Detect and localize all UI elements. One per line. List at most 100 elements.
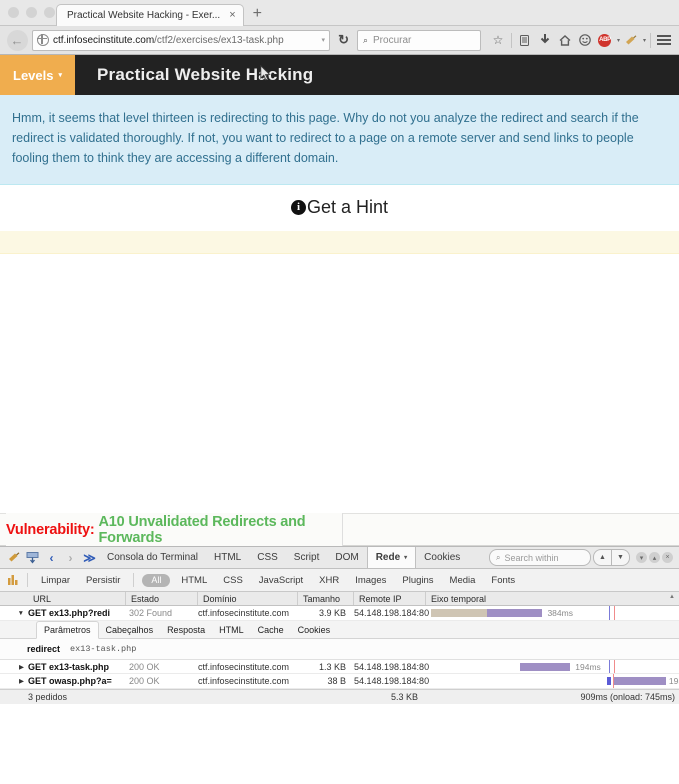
menu-icon[interactable] bbox=[655, 30, 673, 50]
row-remote-ip: 54.148.198.184:80 bbox=[354, 608, 430, 618]
filter-xhr[interactable]: XHR bbox=[311, 575, 347, 586]
devtools-tab-dom[interactable]: DOM bbox=[327, 547, 366, 568]
filter-fonts[interactable]: Fonts bbox=[483, 575, 523, 586]
site-navbar: Levels ▾ Practical Website Hacking bbox=[0, 55, 679, 95]
devtools-tab-rede-label: Rede bbox=[375, 552, 401, 564]
back-icon[interactable]: ‹ bbox=[42, 548, 61, 567]
browser-window: Practical Website Hacking - Exer... × + … bbox=[0, 0, 679, 55]
chevron-down-icon[interactable]: ▾ bbox=[643, 37, 646, 44]
devtools-tab-cookies[interactable]: Cookies bbox=[416, 547, 468, 568]
reload-icon[interactable]: ↻ bbox=[334, 32, 353, 48]
row-expander-icon[interactable]: ▶ bbox=[0, 677, 28, 685]
network-table-header: URL Estado Domínio Tamanho Remote IP Eix… bbox=[0, 592, 679, 607]
devtools-tab-rede[interactable]: Rede ▾ bbox=[366, 547, 417, 569]
request-detail-tabs: Parâmetros Cabeçalhos Resposta HTML Cach… bbox=[0, 620, 679, 639]
pocket-icon[interactable] bbox=[622, 30, 640, 50]
table-row[interactable]: ▶ GET owasp.php?a= 200 OK ctf.infosecins… bbox=[0, 674, 679, 689]
column-domain[interactable]: Domínio bbox=[198, 592, 298, 606]
filter-media[interactable]: Media bbox=[442, 575, 484, 586]
column-url[interactable]: URL bbox=[28, 592, 126, 606]
row-size: 1.3 KB bbox=[318, 661, 346, 672]
maximize-window-button[interactable] bbox=[44, 7, 55, 18]
detail-tab-cache[interactable]: Cache bbox=[251, 622, 291, 638]
table-row[interactable]: ▶ GET ex13-task.php 200 OK ctf.infosecin… bbox=[0, 659, 679, 675]
levels-dropdown[interactable]: Levels ▾ bbox=[0, 55, 75, 95]
home-icon[interactable] bbox=[556, 30, 574, 50]
downloads-icon[interactable] bbox=[536, 30, 554, 50]
filter-css[interactable]: CSS bbox=[215, 575, 251, 586]
devtools-panel: ‹ › ≫ Consola do Terminal HTML CSS Scrip… bbox=[0, 546, 679, 704]
dom-content-loaded-line bbox=[609, 659, 611, 674]
table-row[interactable]: ▼ GET ex13.php?redi 302 Found ctf.infose… bbox=[0, 606, 679, 621]
browser-titlebar: Practical Website Hacking - Exer... × + bbox=[0, 0, 679, 26]
filter-images[interactable]: Images bbox=[347, 575, 394, 586]
url-text: ctf.infosecinstitute.com/ctf2/exercises/… bbox=[53, 35, 318, 46]
firebug-icon[interactable] bbox=[4, 548, 23, 567]
column-timeline[interactable]: Eixo temporal ▲ bbox=[426, 592, 679, 605]
onload-line bbox=[613, 674, 615, 688]
persist-button[interactable]: Persistir bbox=[78, 575, 128, 586]
minimize-window-button[interactable] bbox=[26, 7, 37, 18]
close-icon[interactable]: × bbox=[229, 10, 235, 21]
site-brand[interactable]: Practical Website Hacking bbox=[75, 55, 313, 95]
search-icon: ⌕ bbox=[496, 552, 501, 562]
filter-plugins[interactable]: Plugins bbox=[394, 575, 441, 586]
close-window-button[interactable] bbox=[8, 7, 19, 18]
column-remote-ip[interactable]: Remote IP bbox=[354, 592, 426, 606]
column-status[interactable]: Estado bbox=[126, 592, 198, 606]
network-panel-icon bbox=[4, 575, 22, 586]
maximize-devtools-button[interactable]: ▴ bbox=[649, 552, 660, 564]
filter-html[interactable]: HTML bbox=[173, 575, 215, 586]
close-devtools-button[interactable]: × bbox=[662, 552, 673, 564]
detail-tab-cookies[interactable]: Cookies bbox=[291, 622, 338, 638]
hamburger-lines bbox=[657, 35, 671, 45]
adblock-icon[interactable]: ABP bbox=[596, 30, 614, 50]
browser-navbar: ← ctf.infosecinstitute.com/ctf2/exercise… bbox=[0, 26, 679, 55]
page-blank-area bbox=[0, 254, 679, 514]
detail-tab-parametros[interactable]: Parâmetros bbox=[36, 620, 99, 639]
forward-icon[interactable]: › bbox=[61, 548, 80, 567]
devtools-tab-console[interactable]: Consola do Terminal bbox=[99, 547, 206, 568]
browser-tab[interactable]: Practical Website Hacking - Exer... × bbox=[56, 4, 244, 26]
smiley-icon[interactable] bbox=[576, 30, 594, 50]
column-size[interactable]: Tamanho bbox=[298, 592, 354, 606]
reader-icon[interactable] bbox=[516, 30, 534, 50]
back-button[interactable]: ← bbox=[6, 29, 28, 51]
inspector-icon[interactable] bbox=[23, 548, 42, 567]
chevron-down-icon[interactable]: ▾ bbox=[617, 37, 620, 44]
filter-javascript[interactable]: JavaScript bbox=[251, 575, 311, 586]
search-prev-button[interactable]: ▲ bbox=[593, 549, 612, 567]
parameter-name: redirect bbox=[27, 643, 61, 654]
detail-tab-resposta[interactable]: Resposta bbox=[160, 622, 212, 638]
toolbar-icons: ☆ ABP ▾ ▾ bbox=[489, 30, 673, 50]
devtools-tab-html[interactable]: HTML bbox=[206, 547, 249, 568]
row-status: 302 Found bbox=[129, 608, 173, 618]
footer-request-count: 3 pedidos bbox=[28, 691, 68, 702]
address-bar[interactable]: ctf.infosecinstitute.com/ctf2/exercises/… bbox=[32, 29, 331, 51]
get-a-hint-link[interactable]: i Get a Hint bbox=[290, 197, 388, 218]
chevron-down-icon[interactable]: ▾ bbox=[322, 36, 326, 44]
console-jump-icon[interactable]: ≫ bbox=[80, 548, 99, 567]
devtools-window-controls: ▾ ▴ × bbox=[636, 552, 673, 564]
request-parameters: redirect ex13-task.php bbox=[0, 638, 679, 659]
devtools-search-input[interactable]: ⌕ Search within bbox=[489, 549, 591, 567]
filter-all[interactable]: All bbox=[142, 573, 171, 587]
row-expander-icon[interactable]: ▶ bbox=[0, 663, 28, 671]
row-expander-icon[interactable]: ▼ bbox=[0, 610, 28, 617]
detail-tab-html[interactable]: HTML bbox=[212, 622, 251, 638]
devtools-tab-script[interactable]: Script bbox=[286, 547, 328, 568]
divider bbox=[650, 32, 651, 48]
detail-tab-cabecalhos[interactable]: Cabeçalhos bbox=[99, 622, 161, 638]
search-next-button[interactable]: ▼ bbox=[612, 549, 630, 567]
clear-button[interactable]: Limpar bbox=[33, 575, 78, 586]
vulnerability-label: Vulnerability: bbox=[6, 521, 95, 538]
bookmark-star-icon[interactable]: ☆ bbox=[489, 30, 507, 50]
minimize-devtools-button[interactable]: ▾ bbox=[636, 552, 647, 564]
devtools-tab-css[interactable]: CSS bbox=[249, 547, 286, 568]
window-traffic-lights bbox=[8, 7, 55, 18]
onload-line bbox=[614, 606, 616, 620]
new-tab-button[interactable]: + bbox=[244, 6, 271, 22]
tab-strip: Practical Website Hacking - Exer... × + bbox=[56, 0, 271, 26]
search-input[interactable]: ⌕ Procurar bbox=[356, 29, 481, 51]
sort-ascending-icon: ▲ bbox=[669, 594, 675, 601]
